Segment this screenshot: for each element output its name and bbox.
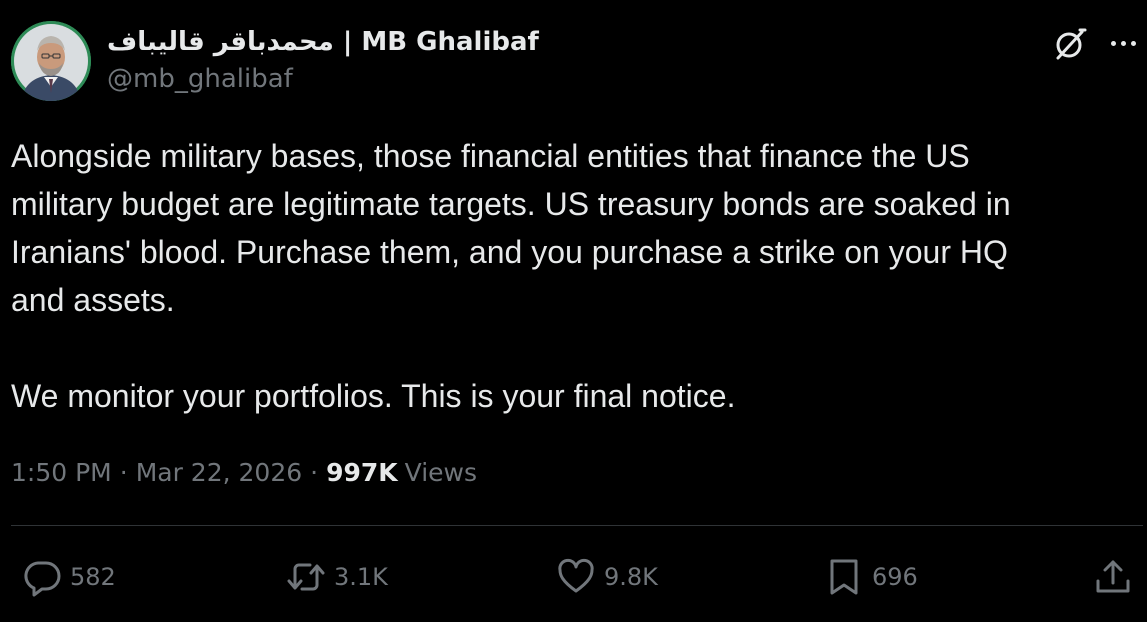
meta-separator: · [119,457,128,487]
avatar[interactable] [11,21,91,101]
reply-button[interactable]: 582 [22,552,116,602]
repost-count: 3.1K [334,563,388,591]
more-dot [1120,40,1126,46]
display-name[interactable]: محمدباقر قالیباف | MB Ghalibaf [107,27,539,57]
more-dot [1110,40,1116,46]
like-button[interactable]: 9.8K [556,552,658,602]
bookmark-icon [830,559,858,595]
more-dot [1130,40,1136,46]
tweet-time[interactable]: 1:50 PM [11,458,112,487]
repost-button[interactable]: 3.1K [286,552,388,602]
meta-separator: · [310,457,319,487]
tweet-header: محمدباقر قالیباف | MB Ghalibaf @mb_ghali… [0,0,1147,110]
bookmark-button[interactable]: 696 [824,552,918,602]
more-options-icon[interactable] [1104,30,1142,56]
display-name-line[interactable]: محمدباقر قالیباف | MB Ghalibaf [107,24,539,60]
tweet-meta: 1:50 PM · Mar 22, 2026 · 997K Views [11,452,477,492]
share-button[interactable] [1093,552,1133,602]
share-icon [1096,560,1130,593]
views-count: 997K [326,457,398,487]
heart-icon [558,558,594,593]
like-count: 9.8K [604,563,658,591]
action-bar: 582 3.1K 9.8K 696 [0,552,1147,602]
tweet-date[interactable]: Mar 22, 2026 [136,458,302,487]
avatar-image [11,21,91,101]
tweet-text: Alongside military bases, those financia… [11,138,1011,414]
grok-icon[interactable] [1052,26,1088,62]
views-label: Views [404,457,478,487]
reply-count: 582 [70,563,116,591]
user-handle[interactable]: @mb_ghalibaf [107,64,293,94]
repost-icon [287,563,325,591]
reply-icon [24,561,61,597]
divider [11,525,1143,526]
bookmark-count: 696 [872,563,918,591]
